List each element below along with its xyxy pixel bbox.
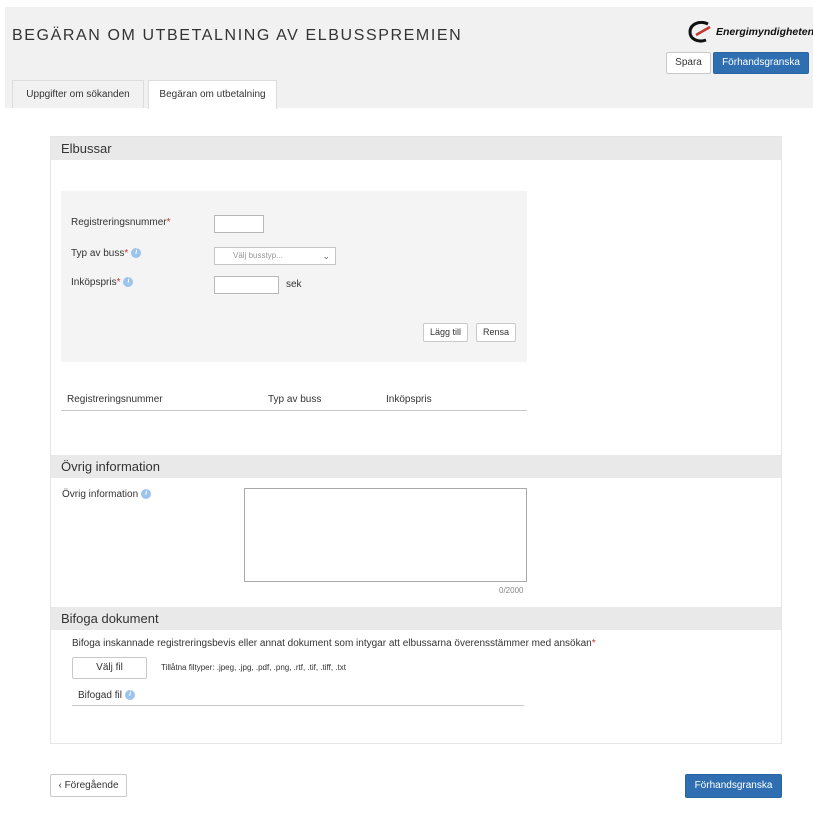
bus-type-label-text: Typ av buss <box>71 248 125 259</box>
bus-type-label: Typ av buss* i <box>71 248 142 259</box>
tab-label: Uppgifter om sökanden <box>26 89 130 100</box>
required-mark: * <box>591 638 596 649</box>
price-input[interactable] <box>214 276 279 294</box>
allowed-file-types: Tillåtna filtyper: .jpeg, .jpg, .pdf, .p… <box>161 663 346 672</box>
page-title: BEGÄRAN OM UTBETALNING AV ELBUSSPREMIEN <box>12 27 463 44</box>
price-label: Inköpspris* i <box>71 277 134 288</box>
save-button[interactable]: Spara <box>666 52 711 74</box>
required-mark: * <box>124 248 129 259</box>
reg-number-input[interactable] <box>214 215 264 233</box>
other-info-textarea[interactable] <box>244 488 527 582</box>
attached-file-divider <box>72 705 524 706</box>
column-header-price: Inköpspris <box>386 394 432 405</box>
attach-instruction-text: Bifoga inskannade registreringsbevis ell… <box>72 638 592 649</box>
other-info-label: Övrig information i <box>62 489 152 500</box>
preview-button-top[interactable]: Förhandsgranska <box>713 52 809 74</box>
info-icon[interactable]: i <box>123 277 134 288</box>
add-button[interactable]: Lägg till <box>423 323 468 342</box>
section-heading-elbussar: Elbussar <box>51 137 781 160</box>
bus-type-select[interactable]: Välj busstyp... ⌄ <box>214 247 336 265</box>
reg-number-label-text: Registreringsnummer <box>71 217 167 228</box>
required-mark: * <box>116 277 121 288</box>
currency-label: sek <box>286 279 302 290</box>
add-bus-form: Registreringsnummer* Typ av buss* i Välj … <box>61 191 527 362</box>
info-icon[interactable]: i <box>141 489 152 500</box>
bus-type-placeholder: Välj busstyp... <box>233 251 283 260</box>
form-card: Elbussar Registreringsnummer* Typ av bus… <box>50 136 782 744</box>
tab-begaran-om-utbetalning[interactable]: Begäran om utbetalning <box>148 80 277 109</box>
energy-swirl-icon <box>688 21 711 43</box>
attach-instruction: Bifoga inskannade registreringsbevis ell… <box>72 638 596 649</box>
energimyndigheten-logo: Energimyndigheten <box>688 21 813 43</box>
price-label-text: Inköpspris <box>71 277 117 288</box>
previous-button[interactable]: ‹ Föregående <box>50 774 127 797</box>
column-header-reg-number: Registreringsnummer <box>67 394 163 405</box>
preview-button-bottom[interactable]: Förhandsgranska <box>685 774 782 798</box>
reg-number-label: Registreringsnummer* <box>71 217 171 228</box>
chevron-down-icon: ⌄ <box>322 251 330 261</box>
info-icon[interactable]: i <box>124 690 135 701</box>
character-count: 0/2000 <box>499 586 524 595</box>
column-header-bus-type: Typ av buss <box>268 394 322 405</box>
choose-file-button[interactable]: Välj fil <box>72 657 147 679</box>
clear-button[interactable]: Rensa <box>476 323 516 342</box>
logo-text: Energimyndigheten <box>716 26 813 38</box>
attached-file-label: Bifogad fil i <box>78 690 135 701</box>
page-header: BEGÄRAN OM UTBETALNING AV ELBUSSPREMIEN … <box>5 7 813 109</box>
tab-uppgifter-om-sokanden[interactable]: Uppgifter om sökanden <box>12 80 144 108</box>
info-icon[interactable]: i <box>131 248 142 259</box>
tab-label: Begäran om utbetalning <box>159 89 266 100</box>
section-heading-ovrig-information: Övrig information <box>51 455 781 478</box>
other-info-label-text: Övrig information <box>62 489 139 500</box>
required-mark: * <box>166 217 171 228</box>
attached-file-label-text: Bifogad fil <box>78 690 122 701</box>
section-heading-bifoga-dokument: Bifoga dokument <box>51 607 781 630</box>
table-divider <box>61 410 527 411</box>
